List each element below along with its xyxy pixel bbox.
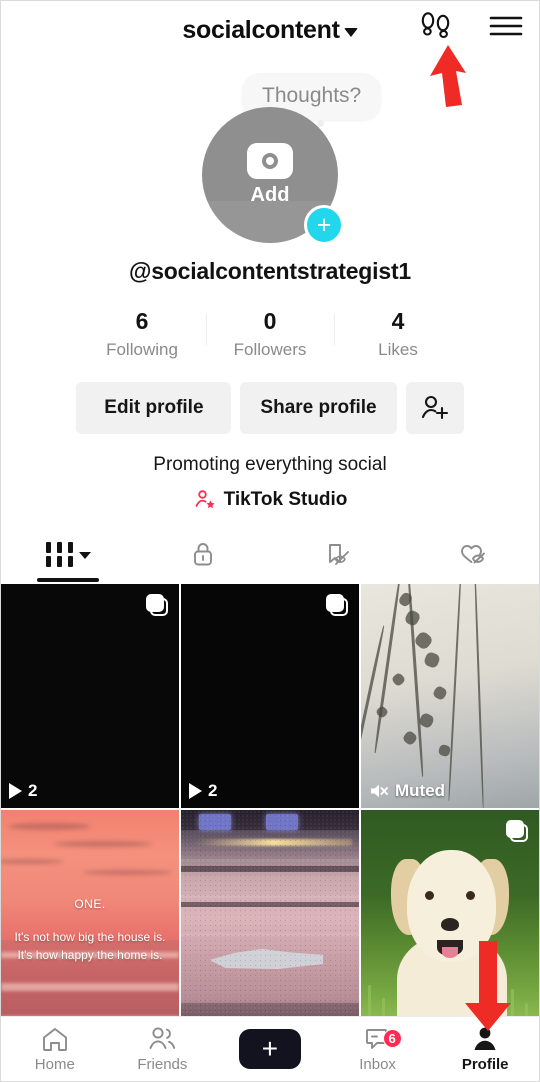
arrow-to-footprints-icon [416, 43, 478, 116]
play-count-value: 2 [208, 781, 218, 800]
overlay-title: ONE. [74, 897, 106, 912]
lock-icon [193, 543, 212, 566]
tiktok-profile-screen: socialcontent Thoughts? Add + @socialcon… [0, 0, 540, 1082]
nav-item-friends[interactable]: Friends [109, 1025, 217, 1073]
play-count: 2 [189, 781, 217, 801]
play-icon [189, 783, 202, 799]
sunset-beach-image: ONE. It's not how big the house is. It's… [1, 810, 179, 1034]
footprints-icon[interactable] [419, 11, 453, 41]
profile-stats: 6 Following 0 Followers 4 Likes [1, 308, 539, 360]
stat-likes[interactable]: 4 Likes [334, 308, 462, 360]
overlay-line-1: It's not how big the house is. [14, 929, 166, 944]
create-button[interactable]: + [232, 1029, 307, 1069]
nav-item-home[interactable]: Home [1, 1025, 109, 1073]
friends-icon [149, 1027, 176, 1049]
play-icon [9, 783, 22, 799]
post-tile[interactable]: Muted [361, 584, 539, 808]
tiktok-studio-link[interactable]: TikTok Studio [1, 488, 539, 512]
heart-slash-icon [460, 545, 485, 564]
grid-dashes-icon [45, 541, 73, 567]
avatar[interactable]: Add + [202, 107, 344, 245]
add-friends-button[interactable] [405, 382, 464, 434]
stat-following[interactable]: 6 Following [78, 308, 206, 360]
profile-tabs [1, 530, 540, 582]
carousel-badge-icon [326, 594, 348, 616]
page-title: socialcontent [182, 15, 340, 44]
stat-value: 4 [391, 308, 405, 334]
grass-silhouette-image [361, 584, 539, 808]
stadium-concert-image [181, 810, 359, 1034]
username: @socialcontentstrategist1 [128, 258, 411, 284]
share-profile-button[interactable]: Share profile [240, 382, 397, 434]
profile-actions: Edit profile Share profile [1, 382, 539, 434]
plus-icon: + [261, 1033, 279, 1064]
header-actions [419, 11, 523, 41]
tiktok-studio-label: TikTok Studio [223, 489, 348, 510]
bottom-navigation: Home Friends + 6 Inbox Profile [1, 1016, 539, 1081]
inbox-badge: 6 [382, 1029, 402, 1048]
camera-icon [247, 143, 293, 179]
carousel-badge-icon [506, 820, 528, 842]
edit-profile-button[interactable]: Edit profile [76, 382, 232, 434]
hamburger-menu-icon[interactable] [489, 13, 523, 39]
arrow-to-profile-tab [461, 941, 515, 1038]
post-tile[interactable]: 2 [1, 584, 179, 808]
chevron-down-icon[interactable] [78, 552, 91, 559]
tab-liked[interactable] [405, 530, 540, 578]
profile-bio: Promoting everything social [153, 454, 387, 475]
post-overlay-text: ONE. It's not how big the house is. It's… [1, 895, 179, 965]
tab-reposts[interactable] [270, 530, 405, 578]
person-star-icon [195, 490, 215, 509]
nav-item-inbox[interactable]: 6 Inbox [324, 1025, 432, 1073]
speaker-mute-icon [371, 784, 388, 798]
post-tile[interactable]: 2 [181, 584, 359, 808]
stat-followers[interactable]: 0 Followers [206, 308, 334, 360]
nav-item-create[interactable]: + [216, 1029, 324, 1069]
nav-label: Friends [137, 1056, 188, 1073]
account-switcher[interactable]: socialcontent [182, 15, 358, 45]
nav-label: Inbox [359, 1056, 396, 1073]
post-grid: 2 2 Muted ONE. It's not how big the hous… [1, 584, 539, 1034]
play-count: 2 [9, 781, 37, 801]
nav-label: Profile [461, 1056, 509, 1073]
add-avatar-badge[interactable]: + [304, 205, 344, 245]
stat-label: Likes [378, 340, 418, 359]
muted-badge: Muted [369, 781, 445, 801]
avatar-add-label: Add [250, 184, 290, 206]
stat-label: Followers [233, 340, 307, 359]
carousel-badge-icon [146, 594, 168, 616]
stat-value: 6 [135, 308, 149, 334]
tab-posts[interactable] [1, 530, 136, 582]
stat-value: 0 [263, 308, 277, 334]
avatar-dot [317, 120, 324, 127]
nav-label: Home [34, 1056, 75, 1073]
post-tile[interactable] [181, 810, 359, 1034]
post-tile[interactable]: ONE. It's not how big the house is. It's… [1, 810, 179, 1034]
overlay-line-2: It's how happy the home is. [17, 948, 163, 963]
bookmark-slash-icon [329, 544, 350, 565]
muted-label: Muted [395, 781, 446, 800]
add-person-icon [421, 395, 448, 420]
house-icon [42, 1028, 67, 1051]
chevron-down-icon[interactable] [343, 27, 358, 37]
tab-private[interactable] [136, 530, 271, 578]
play-count-value: 2 [28, 781, 38, 800]
stat-label: Following [106, 340, 178, 359]
